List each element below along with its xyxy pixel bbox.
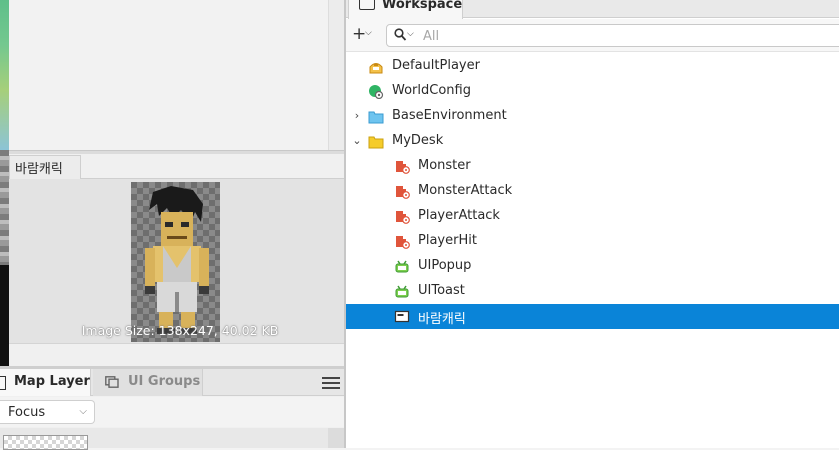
- search-icon: [394, 28, 407, 41]
- search-field[interactable]: ⌵: [386, 24, 839, 47]
- tab-label: UI Groups: [128, 374, 201, 389]
- tree-item[interactable]: › BaseEnvironment: [346, 104, 839, 129]
- chevron-down-icon: ⌵: [365, 28, 372, 38]
- character-sprite: [145, 186, 209, 334]
- tree-item-label: WorldConfig: [392, 83, 471, 98]
- panel-splitter[interactable]: [9, 150, 345, 154]
- tree-item[interactable]: UIPopup: [346, 254, 839, 279]
- tree-item[interactable]: Monster: [346, 154, 839, 179]
- add-button[interactable]: + ⌵: [350, 24, 378, 45]
- ui-green-icon: [394, 284, 410, 299]
- tab-ui-groups[interactable]: UI Groups: [93, 369, 203, 396]
- preview-tab-label: 바람캐릭: [15, 162, 63, 177]
- ui-groups-icon: [105, 376, 119, 388]
- tree-item-label: BaseEnvironment: [392, 108, 507, 123]
- script-red-icon: [394, 209, 410, 224]
- tab-map-layer[interactable]: Map Layer: [0, 369, 91, 396]
- top-panel-scrollbar[interactable]: [328, 0, 345, 152]
- workspace-icon: [359, 0, 375, 10]
- script-red-icon: [394, 184, 410, 199]
- tree-item-label: UIPopup: [418, 258, 472, 273]
- chevron-right-icon[interactable]: ›: [351, 109, 363, 122]
- panel-menu-icon[interactable]: [322, 375, 340, 389]
- tree-item[interactable]: UIToast: [346, 279, 839, 304]
- tree-item[interactable]: PlayerAttack: [346, 204, 839, 229]
- focus-dropdown-value: Focus: [8, 405, 46, 420]
- ui-green-icon: [394, 259, 410, 274]
- tree-item-label: PlayerAttack: [418, 208, 500, 223]
- search-input[interactable]: [421, 27, 825, 46]
- folder-yellow-icon: [368, 134, 384, 149]
- chevron-down-icon: ⌵: [79, 406, 87, 417]
- tree-item-label: 바람캐릭: [418, 312, 466, 327]
- tab-label: Workspace: [382, 0, 463, 12]
- tree-item-label: MonsterAttack: [418, 183, 513, 198]
- world-config-icon: [368, 84, 384, 100]
- tree-item-label: Monster: [418, 158, 471, 173]
- tree-item-label: PlayerHit: [418, 233, 477, 248]
- tab-workspace[interactable]: Workspace: [348, 0, 463, 19]
- focus-dropdown[interactable]: Focus ⌵: [0, 400, 95, 424]
- preview-tab[interactable]: 바람캐릭: [9, 155, 81, 179]
- tree-item-label: DefaultPlayer: [392, 58, 480, 73]
- player-icon: [368, 59, 384, 74]
- chevron-down-icon: ⌵: [407, 29, 414, 39]
- chevron-down-icon[interactable]: ⌄: [351, 134, 363, 147]
- image-icon: [394, 309, 410, 324]
- folder-blue-icon: [368, 109, 384, 124]
- sprite-preview-image: [131, 182, 220, 342]
- top-empty-panel: [9, 0, 345, 152]
- scene-view-edge[interactable]: [0, 0, 9, 368]
- tree-item-label: UIToast: [418, 283, 465, 298]
- preview-tabbar: [81, 155, 345, 178]
- tree-item[interactable]: 바람캐릭: [346, 304, 839, 329]
- preview-footer: [9, 343, 345, 367]
- image-size-label: Image Size: 138x247, 40.02 KB: [81, 323, 279, 338]
- tree-item-label: MyDesk: [392, 133, 444, 148]
- tree-item[interactable]: MonsterAttack: [346, 179, 839, 204]
- script-red-icon: [394, 159, 410, 174]
- script-red-icon: [394, 234, 410, 249]
- tree-item[interactable]: WorldConfig: [346, 79, 839, 104]
- tree-item[interactable]: DefaultPlayer: [346, 54, 839, 79]
- tab-label: Map Layer: [14, 374, 90, 389]
- layer-list-scrollbar[interactable]: [328, 428, 345, 448]
- map-layer-icon: [0, 376, 6, 390]
- tree-item[interactable]: ⌄ MyDesk: [346, 129, 839, 154]
- tree-item[interactable]: PlayerHit: [346, 229, 839, 254]
